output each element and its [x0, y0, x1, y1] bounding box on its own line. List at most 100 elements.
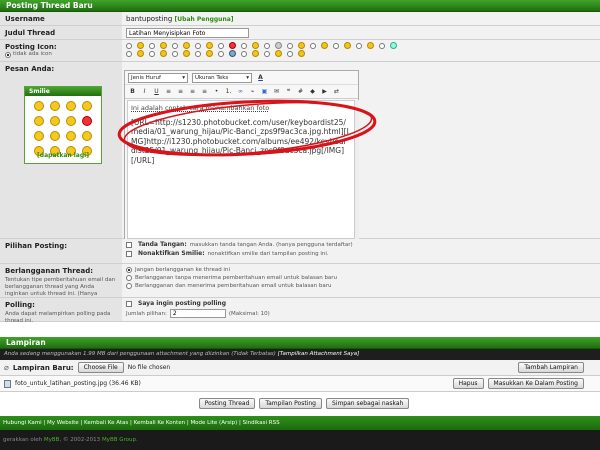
star-icon — [298, 42, 305, 49]
code-icon[interactable]: # — [296, 87, 305, 96]
smilie-icon[interactable] — [82, 101, 92, 111]
thumbs-icon — [275, 50, 282, 57]
wink-icon — [160, 42, 167, 49]
video-icon[interactable]: ▶ — [320, 87, 329, 96]
bullet-list-icon[interactable]: • — [212, 87, 221, 96]
disable-smilies-label: Nonaktifkan Smilie: — [138, 250, 205, 257]
align-right-icon[interactable]: ≡ — [188, 87, 197, 96]
angry-icon — [137, 50, 144, 57]
mybb-group-link[interactable]: MyBB Group. — [102, 437, 138, 443]
no-icon-radio[interactable] — [5, 51, 11, 58]
confused-icon — [183, 50, 190, 57]
post-icon-label: Posting Icon: — [5, 43, 57, 51]
paperclip-icon: ⌀ — [4, 363, 9, 372]
poll-label: Polling: — [5, 301, 35, 309]
post-icon-row: Posting Icon: tidak ada icon — [0, 40, 600, 62]
save-draft-button[interactable]: Simpan sebagai naskah — [325, 397, 410, 409]
smilie-icon[interactable] — [66, 101, 76, 111]
subscribe-email-radio[interactable] — [126, 283, 132, 289]
no-subscribe-radio[interactable] — [126, 267, 132, 273]
poll-count-label: Jumlah pilihan: — [126, 310, 167, 317]
smilie-icon[interactable] — [66, 131, 76, 141]
poll-desc: Anda dapat melampirkan polling pada thre… — [5, 311, 111, 324]
underline-icon[interactable]: U — [152, 87, 161, 96]
powered-by-prefix: gerakkan oleh — [3, 437, 43, 443]
switch-mode-icon[interactable]: ⇄ — [332, 87, 341, 96]
subscribe-email-label: Berlangganan dan menerima pemberitahuan … — [135, 283, 332, 289]
grin-icon — [183, 42, 190, 49]
attachment-file-row: foto_untuk_latihan_posting.jpg (36.46 KB… — [0, 376, 600, 392]
italic-icon[interactable]: I — [140, 87, 149, 96]
post-thread-header: Posting Thread Baru — [0, 0, 600, 12]
text-color-icon[interactable]: A — [256, 73, 265, 82]
footer-link-contact[interactable]: Hubungi Kami — [3, 420, 42, 426]
font-family-select[interactable]: Jenis Huruf ▾ — [128, 72, 188, 83]
mybb-link[interactable]: MyBB — [44, 437, 60, 443]
link-icon[interactable]: ∞ — [236, 87, 245, 96]
smilie-icon[interactable] — [34, 101, 44, 111]
numbered-list-icon[interactable]: 1. — [224, 87, 233, 96]
title-input[interactable] — [126, 28, 249, 38]
cool-icon — [252, 42, 259, 49]
email-icon[interactable]: ✉ — [272, 87, 281, 96]
choose-file-button[interactable]: Choose File — [77, 362, 124, 373]
title-label: Judul Thread — [0, 26, 122, 39]
align-left-icon[interactable]: ≡ — [164, 87, 173, 96]
powered-by-bar: gerakkan oleh MyBB, © 2002-2013 MyBB Gro… — [0, 430, 600, 450]
poll-row: Polling: Anda dapat melampirkan polling … — [0, 298, 600, 324]
footer-links-bar: Hubungi Kami | My Website | Kembali Ke A… — [0, 416, 600, 430]
footer-link-rss[interactable]: Sindikasi RSS — [243, 420, 280, 426]
footer-link-website[interactable]: My Website — [47, 420, 79, 426]
exclamation-icon — [229, 50, 236, 57]
insert-attachment-button[interactable]: Masukkan Ke Dalam Posting — [487, 378, 584, 389]
smilie-icon[interactable] — [66, 116, 76, 126]
smilie-icon[interactable] — [50, 116, 60, 126]
bold-icon[interactable]: B — [128, 87, 137, 96]
shocked-icon — [160, 50, 167, 57]
subscribe-no-email-radio[interactable] — [126, 275, 132, 281]
subscribe-no-email-label: Berlangganan tanpa menerima pemberitahua… — [135, 275, 338, 281]
footer-link-top[interactable]: Kembali Ke Atas — [84, 420, 128, 426]
smilie-icon[interactable] — [50, 101, 60, 111]
quote-icon[interactable]: ❝ — [284, 87, 293, 96]
php-icon[interactable]: ◆ — [308, 87, 317, 96]
show-attachments-link[interactable]: [Tampilkan Attachment Saya] — [278, 351, 360, 357]
smilie-icon[interactable] — [34, 131, 44, 141]
more-smilies-link[interactable]: [dapatkan lagi] — [24, 152, 102, 159]
smilie-icon[interactable] — [50, 131, 60, 141]
justify-icon[interactable]: ≡ — [200, 87, 209, 96]
smilie-icon[interactable] — [34, 116, 44, 126]
title-row: Judul Thread — [0, 26, 600, 40]
tongue-icon — [367, 42, 374, 49]
align-center-icon[interactable]: ≡ — [176, 87, 185, 96]
add-attachment-button[interactable]: Tambah Lampiran — [518, 362, 584, 373]
no-icon-label: tidak ada icon — [13, 51, 52, 57]
delete-attachment-button[interactable]: Hapus — [452, 378, 484, 389]
cry-icon — [252, 50, 259, 57]
font-size-select[interactable]: Ukuran Teks ▾ — [192, 72, 252, 83]
signature-option-label: Tanda Tangan: — [138, 241, 187, 248]
preview-post-button[interactable]: Tampilan Posting — [259, 397, 322, 409]
smilie-icon[interactable] — [82, 116, 92, 126]
poll-check-label: Saya ingin posting polling — [138, 300, 226, 307]
footer-link-lite[interactable]: Mode Lite (Arsip) — [190, 420, 237, 426]
signature-checkbox[interactable] — [126, 241, 132, 248]
rainbow-icon — [390, 42, 397, 49]
attachment-usage-text: Anda sedang menggunakan 1.99 MB dari pen… — [4, 351, 276, 357]
image-icon[interactable]: ▣ — [260, 87, 269, 96]
change-user-link[interactable]: [Ubah Pengguna] — [175, 16, 234, 23]
subscription-label: Berlangganan Thread: — [5, 267, 94, 275]
file-image-icon — [4, 379, 11, 388]
smilie-icon[interactable] — [82, 131, 92, 141]
unlink-icon[interactable]: ⌁ — [248, 87, 257, 96]
footer-link-content[interactable]: Kembali Ke Konten — [134, 420, 185, 426]
poll-checkbox[interactable] — [126, 300, 132, 307]
poll-count-input[interactable] — [169, 309, 226, 318]
submit-bar: Posting Thread Tampilan Posting Simpan s… — [0, 392, 600, 414]
red-circle-annotation — [117, 99, 377, 157]
disable-smilies-desc: nonaktifkan smilie dari tampilan posting… — [207, 250, 329, 257]
new-attachment-row: ⌀ Lampiran Baru: Choose File No file cho… — [0, 360, 600, 376]
post-thread-button[interactable]: Posting Thread — [198, 397, 256, 409]
disable-smilies-checkbox[interactable] — [126, 250, 132, 257]
laugh-icon — [344, 42, 351, 49]
